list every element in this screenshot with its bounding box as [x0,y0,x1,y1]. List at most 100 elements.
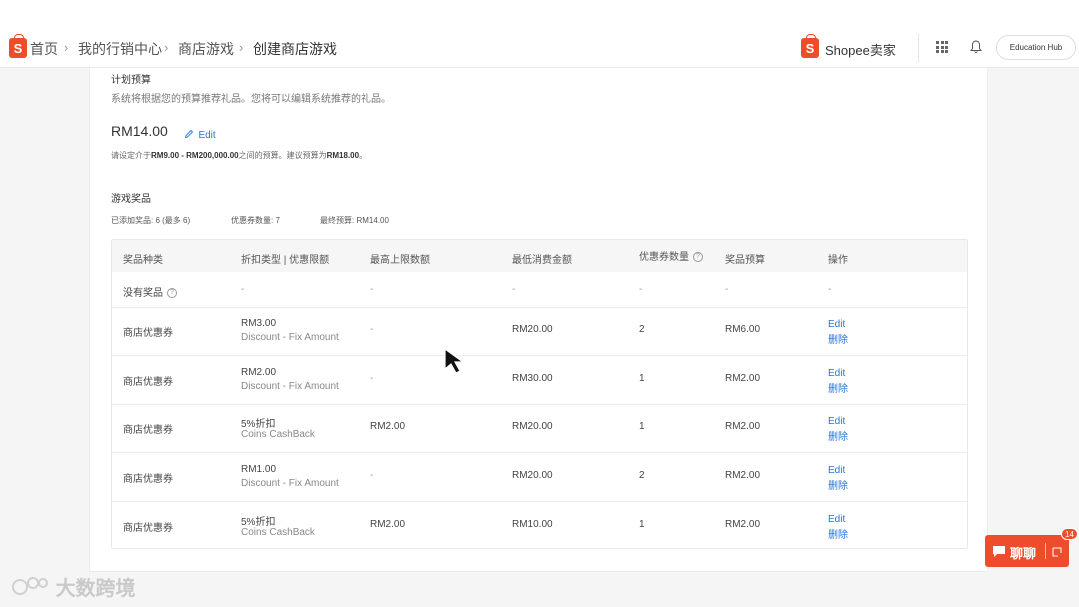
help-icon[interactable]: ? [693,252,703,263]
row-discount-type: Discount - Fix Amount [241,478,339,489]
row-budget: RM2.00 [725,421,761,432]
prize-section-title: 游戏奖品 [111,194,151,205]
note-prefix: 请设定介于 [111,151,151,160]
row-discount: 5%折扣 [241,419,276,430]
voucher-quantity: 优惠券数量: 7 [231,216,280,225]
row-prize-type: 商店优惠券 [123,474,173,485]
chat-label: 聊聊 [1010,546,1037,561]
pencil-icon [184,129,194,138]
row-max-cap: - [370,284,374,295]
row-delete-link[interactable]: 删除 [828,526,848,541]
row-quantity: 1 [639,519,645,530]
row-discount: - [241,284,245,295]
row-discount-type: Discount - Fix Amount [241,381,339,392]
row-quantity: - [639,284,643,295]
budget-amount: RM14.00 [111,123,168,139]
row-prize-type: 商店优惠券 [123,328,173,339]
row-prize-type: 商店优惠券 [123,377,173,388]
education-hub-button[interactable]: Education Hub [996,35,1076,60]
prize-table: 奖品种类 折扣类型 | 优惠限额 最高上限数额 最低消费金额 优惠券数量? 奖品… [111,239,968,549]
breadcrumb-marketing-centre[interactable]: 我的行销中心 [78,39,162,59]
row-delete-link[interactable]: 删除 [828,331,848,346]
chat-expand-icon[interactable] [1052,547,1062,557]
row-budget: RM2.00 [725,519,761,530]
note-max: RM200,000.00 [186,151,239,160]
row-max-cap: RM2.00 [370,421,406,432]
chevron-right-icon: › [64,40,69,55]
row-budget: RM6.00 [725,324,761,335]
breadcrumb-create-shop-game: 创建商店游戏 [253,41,337,57]
breadcrumb-shop-game[interactable]: 商店游戏 [178,39,234,59]
final-budget: 最终预算: RM14.00 [320,216,389,225]
budget-section-title: 计划预算 [111,75,151,86]
header-max-cap: 最高上限数额 [370,255,430,266]
breadcrumb-home[interactable]: 首页 [30,39,58,59]
watermark-text: 大数跨境 [55,578,136,600]
header-prize-type: 奖品种类 [123,255,163,266]
row-min-spend: RM20.00 [512,470,553,481]
row-discount-type: Coins CashBack [241,429,315,440]
header-voucher-quantity: 优惠券数量? [639,248,703,263]
chat-button[interactable]: 聊聊 [985,535,1069,567]
help-icon[interactable]: ? [167,288,177,299]
shopee-seller-logo-icon: S [801,34,819,58]
note-suggest: RM18.00 [326,151,360,160]
shopee-logo-icon[interactable]: S [9,34,27,58]
header-divider [918,34,919,62]
row-edit-link[interactable]: Edit [828,368,845,379]
table-row: 商店优惠券 RM1.00 Discount - Fix Amount - RM2… [112,453,967,502]
chevron-right-icon: › [239,40,244,55]
table-row: 商店优惠券 RM3.00 Discount - Fix Amount - RM2… [112,308,967,356]
chat-unread-badge: 14 [1061,528,1078,540]
row-action: - [828,284,832,295]
row-max-cap: - [370,324,374,335]
row-quantity: 2 [639,470,645,481]
row-edit-link[interactable]: Edit [828,514,845,525]
row-edit-link[interactable]: Edit [828,416,845,427]
row-discount: RM1.00 [241,464,277,475]
row-delete-link[interactable]: 删除 [828,380,848,395]
top-bar: S 首页 › 我的行销中心 › 商店游戏 › 创建商店游戏 S Shopee卖家… [0,0,1079,68]
budget-section-description: 系统将根据您的预算推荐礼品。您将可以编辑系统推荐的礼品。 [111,94,391,105]
note-middle: 之间的预算。建议预算为 [238,151,327,160]
row-quantity: 1 [639,421,645,432]
row-quantity: 2 [639,324,645,335]
table-row: 商店优惠券 5%折扣 Coins CashBack RM2.00 RM20.00… [112,405,967,453]
brand-name: Shopee卖家 [825,43,896,58]
row-prize-type: 商店优惠券 [123,523,173,534]
row-min-spend: RM30.00 [512,373,553,384]
row-delete-link[interactable]: 删除 [828,477,848,492]
row-max-cap: - [370,373,374,384]
row-edit-link[interactable]: Edit [828,319,845,330]
header-voucher-quantity-label: 优惠券数量 [639,252,689,263]
row-budget: RM2.00 [725,373,761,384]
row-delete-link[interactable]: 删除 [828,428,848,443]
bell-icon[interactable] [970,40,982,54]
table-row: 没有奖品? - - - - - - [112,272,967,308]
row-budget: RM2.00 [725,470,761,481]
header-min-spend: 最低消费金额 [512,255,572,266]
chevron-right-icon: › [164,40,169,55]
chat-divider [1045,543,1046,559]
row-min-spend: RM20.00 [512,421,553,432]
row-prize-type: 商店优惠券 [123,425,173,436]
watermark: 大数跨境 [10,572,136,602]
row-edit-link[interactable]: Edit [828,465,845,476]
row-min-spend: - [512,284,516,295]
table-row: 商店优惠券 RM2.00 Discount - Fix Amount - RM3… [112,356,967,405]
prizes-added-count: 已添加奖品: 6 (最多 6) [111,216,191,225]
row-min-spend: RM20.00 [512,324,553,335]
note-min: RM9.00 [151,151,180,160]
row-discount: 5%折扣 [241,517,276,528]
header-discount-type: 折扣类型 | 优惠限额 [241,255,330,266]
budget-range-note: 请设定介于RM9.00 - RM200,000.00之间的预算。建议预算为RM1… [111,150,367,161]
note-end: 。 [359,151,368,160]
apps-grid-icon[interactable] [936,41,948,53]
row-prize-type: 没有奖品? [123,284,177,299]
table-header: 奖品种类 折扣类型 | 优惠限额 最高上限数额 最低消费金额 优惠券数量? 奖品… [112,240,967,272]
mouse-cursor-icon [444,347,465,374]
budget-edit-button[interactable]: Edit [184,125,216,143]
row-max-cap: - [370,470,374,481]
chat-bubble-icon [993,546,1005,557]
budget-edit-label: Edit [198,130,216,141]
